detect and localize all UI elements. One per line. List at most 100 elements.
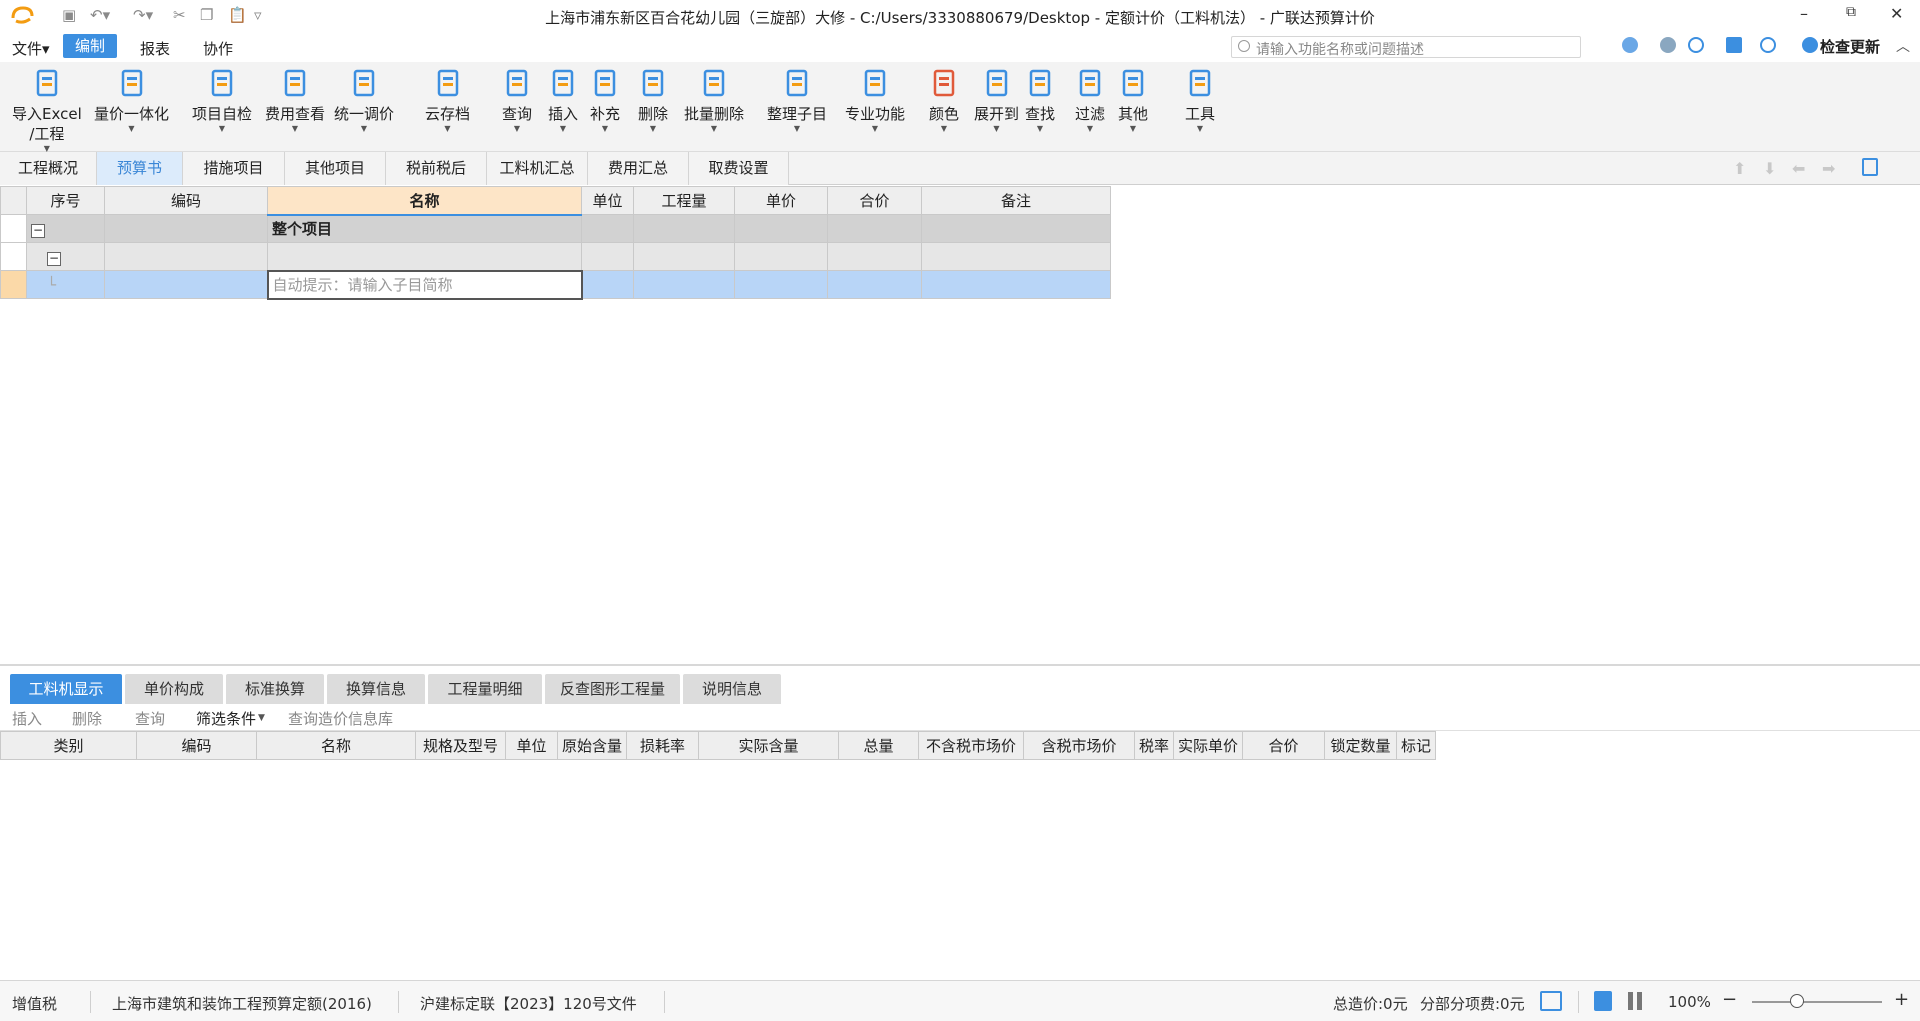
minimize-button[interactable]: – — [1800, 4, 1808, 23]
menu-file[interactable]: 文件▾ — [12, 38, 50, 59]
detail-tab-4[interactable]: 工程量明细 — [428, 674, 542, 704]
ribbon-button-17[interactable]: 其他 ▼ — [1118, 68, 1148, 134]
detail-column-header[interactable]: 标记 — [1396, 731, 1437, 760]
tab-1[interactable]: 预算书 — [97, 152, 183, 185]
ribbon-button-16[interactable]: 过滤 ▼ — [1075, 68, 1105, 134]
restore-button[interactable]: ⧉ — [1846, 4, 1856, 20]
ribbon-button-1[interactable]: 量价一体化 ▼ — [94, 68, 169, 134]
detail-column-header[interactable]: 规格及型号 — [415, 731, 506, 760]
move-up-icon[interactable]: ⬆ — [1733, 159, 1746, 178]
detail-column-header[interactable]: 损耗率 — [626, 731, 700, 760]
column-header[interactable]: 工程量 — [633, 186, 735, 215]
dropdown-arrow-icon[interactable]: ▼ — [258, 713, 265, 723]
tab-3[interactable]: 其他项目 — [285, 152, 386, 185]
detail-tool-3[interactable]: 筛选条件 — [196, 708, 256, 729]
detail-column-header[interactable]: 实际单价 — [1173, 731, 1244, 760]
tab-6[interactable]: 费用汇总 — [588, 152, 689, 185]
move-right-icon[interactable]: ➡ — [1822, 159, 1835, 178]
detail-column-header[interactable]: 总量 — [838, 731, 920, 760]
tab-4[interactable]: 税前税后 — [386, 152, 487, 185]
zoom-slider-handle[interactable] — [1790, 994, 1804, 1008]
service-icon[interactable] — [1660, 37, 1676, 53]
ribbon-button-11[interactable]: 整理子目 ▼ — [767, 68, 827, 134]
zoom-slider-track[interactable] — [1752, 1001, 1882, 1003]
name-input[interactable]: 自动提示：请输入子目简称 — [266, 269, 583, 300]
detail-tab-1[interactable]: 单价构成 — [125, 674, 223, 704]
detail-tab-2[interactable]: 标准换算 — [226, 674, 324, 704]
column-header[interactable]: 单位 — [581, 186, 634, 215]
detail-column-header[interactable]: 锁定数量 — [1324, 731, 1398, 760]
tab-0[interactable]: 工程概况 — [0, 152, 97, 185]
table-row[interactable]: └ 自动提示：请输入子目简称 — [0, 269, 1111, 300]
menu-collab[interactable]: 协作 — [203, 38, 233, 59]
headset-icon[interactable] — [1622, 37, 1638, 53]
detail-tab-3[interactable]: 换算信息 — [327, 674, 425, 704]
ribbon-button-12[interactable]: 专业功能 ▼ — [845, 68, 905, 134]
project-row[interactable]: − 整个项目 — [0, 214, 1111, 243]
tab-2[interactable]: 措施项目 — [183, 152, 285, 185]
ribbon-button-18[interactable]: 工具 ▼ — [1185, 68, 1215, 134]
collapse-icon[interactable]: − — [31, 223, 45, 238]
ribbon-button-14[interactable]: 展开到 ▼ — [974, 68, 1019, 134]
search-box[interactable]: 请输入功能名称或问题描述 — [1231, 36, 1581, 58]
ribbon-button-0[interactable]: 导入Excel/工程 ▼ — [12, 68, 82, 154]
collapse-ribbon-icon[interactable]: ︿ — [1896, 36, 1910, 56]
ribbon-button-4[interactable]: 统一调价 ▼ — [334, 68, 394, 134]
detail-column-header[interactable]: 名称 — [256, 731, 416, 760]
info-icon[interactable] — [1760, 37, 1776, 53]
detail-tab-6[interactable]: 说明信息 — [683, 674, 781, 704]
detail-column-header[interactable]: 单位 — [505, 731, 558, 760]
zoom-in-button[interactable]: + — [1894, 989, 1909, 1010]
detail-column-header[interactable]: 含税市场价 — [1023, 731, 1136, 760]
detail-column-header[interactable]: 类别 — [0, 731, 137, 760]
detail-tool-4[interactable]: 查询造价信息库 — [288, 708, 393, 729]
menu-edit[interactable]: 编制 — [63, 34, 118, 58]
ribbon-button-9[interactable]: 删除 ▼ — [638, 68, 668, 134]
layout-icon[interactable] — [1540, 991, 1562, 1011]
move-down-icon[interactable]: ⬇ — [1763, 159, 1776, 178]
ribbon-button-13[interactable]: 颜色 ▼ — [929, 68, 959, 134]
move-left-icon[interactable]: ⬅ — [1792, 159, 1805, 178]
ribbon-button-2[interactable]: 项目自检 ▼ — [192, 68, 252, 134]
tab-7[interactable]: 取费设置 — [689, 152, 789, 185]
ribbon-button-15[interactable]: 查找 ▼ — [1025, 68, 1055, 134]
column-header[interactable]: 序号 — [26, 186, 105, 215]
document-standard[interactable]: 沪建标定联【2023】120号文件 — [420, 993, 637, 1014]
column-header[interactable]: 备注 — [921, 186, 1111, 215]
detail-column-header[interactable]: 不含税市场价 — [918, 731, 1025, 760]
detail-tool-0[interactable]: 插入 — [12, 708, 42, 729]
column-header[interactable]: 名称 — [267, 186, 582, 216]
ribbon-button-10[interactable]: 批量删除 ▼ — [684, 68, 744, 134]
close-button[interactable]: ✕ — [1890, 4, 1903, 23]
column-header[interactable]: 编码 — [104, 186, 268, 215]
ribbon-button-3[interactable]: 费用查看 ▼ — [265, 68, 325, 134]
section-row[interactable]: − — [0, 242, 1111, 271]
column-header[interactable]: 合价 — [827, 186, 922, 215]
tab-5[interactable]: 工料机汇总 — [487, 152, 588, 185]
apps-icon[interactable] — [1726, 37, 1742, 53]
detail-column-header[interactable]: 税率 — [1134, 731, 1175, 760]
detail-tab-0[interactable]: 工料机显示 — [10, 674, 122, 704]
view-split-icon[interactable] — [1628, 992, 1642, 1010]
detail-column-header[interactable]: 原始含量 — [556, 731, 628, 760]
help-icon[interactable] — [1688, 37, 1704, 53]
check-update-button[interactable]: 检查更新 — [1820, 36, 1880, 57]
column-header[interactable]: 单价 — [734, 186, 828, 215]
ribbon-button-7[interactable]: 插入 ▼ — [548, 68, 578, 134]
zoom-out-button[interactable]: − — [1722, 989, 1737, 1010]
tax-mode[interactable]: 增值税 — [12, 993, 57, 1014]
detail-column-header[interactable]: 编码 — [136, 731, 257, 760]
ribbon-button-6[interactable]: 查询 ▼ — [502, 68, 532, 134]
ribbon-button-8[interactable]: 补充 ▼ — [590, 68, 620, 134]
collapse-icon[interactable]: − — [47, 251, 61, 266]
detail-column-header[interactable]: 实际含量 — [698, 731, 840, 760]
detail-tool-1[interactable]: 删除 — [72, 708, 102, 729]
detail-tool-2[interactable]: 查询 — [135, 708, 165, 729]
detail-column-header[interactable]: 合价 — [1242, 731, 1326, 760]
ribbon-button-5[interactable]: 云存档 ▼ — [425, 68, 470, 134]
column-settings-icon[interactable] — [1862, 158, 1878, 176]
detail-tab-5[interactable]: 反查图形工程量 — [545, 674, 680, 704]
quota-standard[interactable]: 上海市建筑和装饰工程预算定额(2016) — [112, 993, 372, 1014]
menu-report[interactable]: 报表 — [140, 38, 170, 59]
view-single-icon[interactable] — [1594, 991, 1612, 1011]
